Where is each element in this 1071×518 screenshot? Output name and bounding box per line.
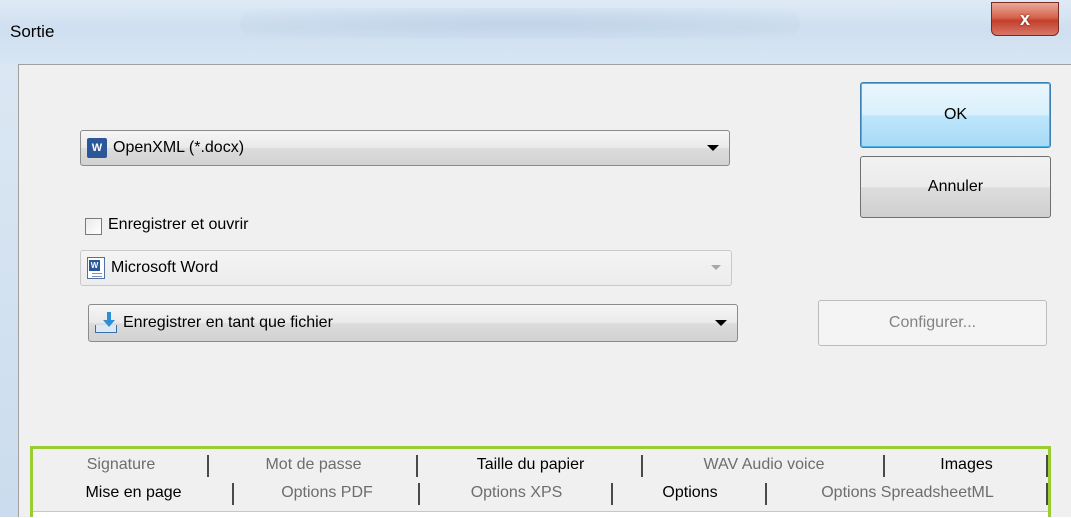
- save-and-open-checkbox[interactable]: [85, 218, 102, 235]
- save-download-icon: [95, 312, 117, 334]
- word-document-icon: W: [87, 257, 105, 279]
- tab-label: Options: [662, 484, 718, 501]
- options-tab-strip: Signature Mot de passe Taille du papier …: [30, 446, 1051, 518]
- destination-dropdown-value: Enregistrer en tant que fichier: [123, 314, 333, 331]
- tab-label: WAV Audio voice: [703, 456, 825, 473]
- chevron-down-icon: [711, 265, 721, 270]
- tab-row-bottom: Mise en page Options PDF Options XPS Opt…: [33, 479, 1048, 507]
- ok-button-label: OK: [943, 106, 968, 123]
- cancel-button-label: Annuler: [927, 178, 984, 195]
- application-dropdown-value: Microsoft Word: [111, 259, 219, 276]
- dialog-window: Sortie x W OpenXML (*.docx) Enregistrer …: [0, 0, 1071, 518]
- tab-wav-audio-voice[interactable]: WAV Audio voice: [643, 451, 885, 479]
- application-dropdown[interactable]: W Microsoft Word: [80, 250, 732, 286]
- tab-paper-size[interactable]: Taille du papier: [418, 451, 643, 479]
- tab-images[interactable]: Images: [885, 451, 1048, 479]
- cancel-button[interactable]: Annuler: [860, 156, 1051, 218]
- format-dropdown[interactable]: W OpenXML (*.docx): [80, 130, 730, 166]
- tab-row-top: Signature Mot de passe Taille du papier …: [33, 451, 1048, 479]
- tab-password[interactable]: Mot de passe: [209, 451, 418, 479]
- tab-label: Mot de passe: [265, 456, 362, 473]
- configure-button[interactable]: Configurer...: [818, 300, 1047, 346]
- chevron-down-icon: [707, 145, 719, 151]
- tab-label: Taille du papier: [476, 456, 585, 473]
- configure-button-label: Configurer...: [888, 314, 977, 331]
- tab-label: Options PDF: [281, 484, 373, 501]
- window-frame-left: [0, 64, 18, 517]
- tab-spreadsheetml-options[interactable]: Options SpreadsheetML: [767, 479, 1048, 507]
- tab-options[interactable]: Options: [613, 479, 767, 507]
- tab-label: Mise en page: [85, 484, 182, 501]
- chevron-down-icon: [715, 320, 727, 326]
- ok-button[interactable]: OK: [860, 82, 1051, 148]
- format-dropdown-value: OpenXML (*.docx): [113, 139, 245, 156]
- close-icon: x: [1019, 8, 1030, 29]
- close-button[interactable]: x: [991, 2, 1059, 36]
- title-bar: Sortie x: [0, 0, 1071, 64]
- tab-label: Signature: [86, 456, 156, 473]
- tab-pdf-options[interactable]: Options PDF: [234, 479, 420, 507]
- save-and-open-label: Enregistrer et ouvrir: [108, 216, 249, 233]
- tab-xps-options[interactable]: Options XPS: [420, 479, 613, 507]
- destination-dropdown[interactable]: Enregistrer en tant que fichier: [88, 304, 738, 342]
- title-bar-glow: [240, 8, 800, 38]
- word-w-icon: W: [87, 138, 107, 158]
- tab-label: Options XPS: [470, 484, 563, 501]
- tab-signature[interactable]: Signature: [33, 451, 209, 479]
- tab-label: Options SpreadsheetML: [821, 484, 994, 501]
- window-title: Sortie: [10, 22, 55, 41]
- tab-label: Images: [940, 456, 993, 473]
- tab-page-setup[interactable]: Mise en page: [33, 479, 234, 507]
